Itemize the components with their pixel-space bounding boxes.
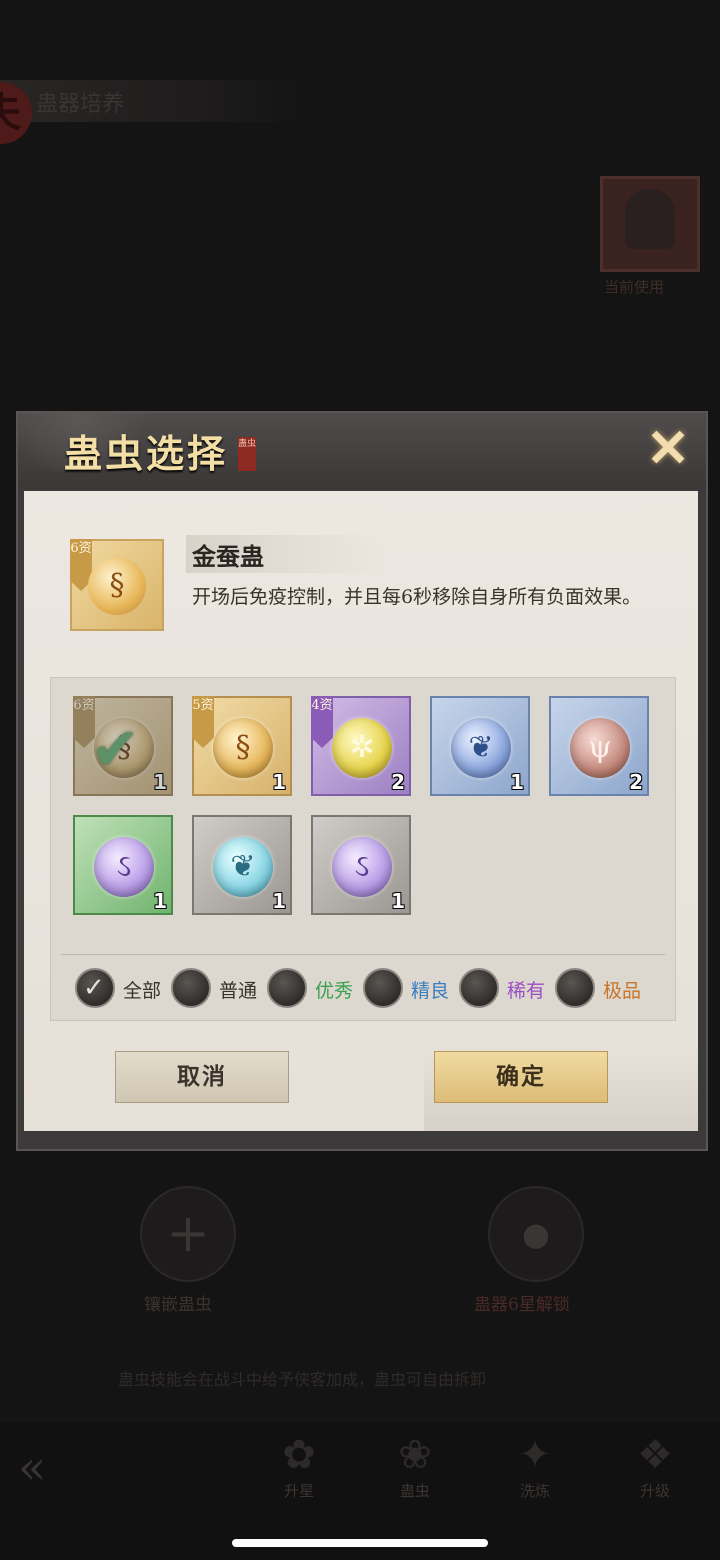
- item-count: 1: [391, 889, 405, 913]
- item-count: 1: [153, 770, 167, 794]
- nav-item-star: ✿ 升星: [254, 1432, 344, 1532]
- gu-item[interactable]: ✲ 4资 2: [311, 696, 411, 796]
- grade-tag: 5资: [192, 696, 214, 748]
- divider: [61, 954, 665, 955]
- item-count: 1: [510, 770, 524, 794]
- bg-left-slot-label: 镶嵌蛊虫: [144, 1295, 212, 1315]
- filter-label: 精良: [411, 980, 450, 1002]
- close-icon: ✕: [646, 418, 690, 479]
- filter-checkbox[interactable]: [555, 968, 595, 1008]
- dialog-body: 6资 § 金蚕蛊 开场后免疫控制，并且每6秒移除自身所有负面效果。 § 6资 ✔ 1 §…: [24, 491, 698, 1131]
- bg-portrait-label: 当前使用: [604, 278, 665, 296]
- lock-icon: ●: [522, 1215, 550, 1253]
- filter-label: 普通: [219, 980, 258, 1002]
- cyan-butterfly-icon: ❦: [213, 837, 273, 897]
- nav-item-upgrade: ❖ 升级: [610, 1432, 700, 1532]
- grade-tag: 4资: [311, 696, 333, 748]
- nav-item-refine: ✦ 洗炼: [490, 1432, 580, 1532]
- gu-selection-dialog: 蛊虫选择 蛊虫 ✕ 6资 § 金蚕蛊 开场后免疫控制，并且每6秒移除自身所有负面…: [16, 411, 708, 1151]
- item-count: 1: [272, 770, 286, 794]
- item-count: 2: [629, 770, 643, 794]
- filter-label: 全部: [123, 980, 162, 1002]
- nav-label: 升级: [639, 1482, 670, 1500]
- filter-label: 稀有: [507, 980, 546, 1002]
- confirm-button[interactable]: 确定: [434, 1051, 608, 1103]
- gu-item[interactable]: § 5资 1: [192, 696, 292, 796]
- dialog-header: 蛊虫选择 蛊虫 ✕: [18, 413, 706, 489]
- dialog-title: 蛊虫选择: [64, 431, 229, 476]
- filter-checkbox[interactable]: [363, 968, 403, 1008]
- bg-description: 蛊虫技能会在战斗中给予侠客加成，蛊虫可自由拆卸: [118, 1370, 487, 1389]
- bg-portrait-avatar: [600, 176, 700, 272]
- bg-right-slot-label: 蛊器6星解锁: [474, 1295, 570, 1315]
- item-count: 1: [153, 889, 167, 913]
- gu-item[interactable]: ψ2: [549, 696, 649, 796]
- filter-checkbox[interactable]: [459, 968, 499, 1008]
- filter-label: 优秀: [315, 980, 354, 1002]
- locked-slot: ●: [488, 1186, 584, 1282]
- title-seal-icon: 蛊虫: [238, 437, 256, 471]
- selected-gu-icon: 6资 §: [70, 539, 164, 631]
- filter-checkbox[interactable]: [171, 968, 211, 1008]
- item-count: 1: [272, 889, 286, 913]
- gu-icon: ❀: [398, 1432, 432, 1478]
- gu-item[interactable]: ઽ1: [311, 815, 411, 915]
- filter-checkbox[interactable]: ✓: [75, 968, 115, 1008]
- nav-item-gu: ❀ 蛊虫: [370, 1432, 460, 1532]
- golden-silkworm-icon: §: [213, 718, 273, 778]
- filter-label: 极品: [603, 980, 642, 1002]
- plus-icon: +: [166, 1204, 210, 1264]
- item-count: 2: [391, 770, 405, 794]
- gu-item[interactable]: ઽ1: [73, 815, 173, 915]
- selected-gu-description: 开场后免疫控制，并且每6秒移除自身所有负面效果。: [192, 586, 642, 608]
- add-gu-slot-button: +: [140, 1186, 236, 1282]
- nav-label: 洗炼: [519, 1482, 550, 1500]
- cancel-button[interactable]: 取消: [115, 1051, 289, 1103]
- selected-gu-name: 金蚕蛊: [192, 542, 264, 571]
- home-indicator[interactable]: [232, 1539, 488, 1547]
- red-coral-icon: ψ: [570, 718, 630, 778]
- filter-checkbox[interactable]: [267, 968, 307, 1008]
- gu-item[interactable]: § 6资 ✔ 1: [73, 696, 173, 796]
- nav-label: 蛊虫: [399, 1482, 430, 1500]
- gu-item[interactable]: ❦ 1: [430, 696, 530, 796]
- upgrade-icon: ❖: [637, 1432, 673, 1478]
- star-up-icon: ✿: [282, 1432, 316, 1478]
- golden-silkworm-icon: §: [88, 557, 146, 615]
- close-button[interactable]: ✕: [640, 421, 696, 477]
- blue-butterfly-icon: ❦: [451, 718, 511, 778]
- back-arrow-icon: «: [18, 1440, 47, 1494]
- checkmark-icon: ✔: [91, 715, 140, 783]
- nav-label: 升星: [283, 1482, 314, 1500]
- purple-snake-icon: ઽ: [332, 837, 392, 897]
- refine-icon: ✦: [518, 1432, 552, 1478]
- gu-grid-panel: § 6资 ✔ 1 § 5资 1 ✲ 4资 2 ❦ 1 ψ 2 ઽ 1 ❦ 1 ઽ 1 ✓ 全部 普通 优秀 精良 稀有 极品: [50, 677, 676, 1021]
- golden-scorpion-icon: ✲: [332, 718, 392, 778]
- gu-item[interactable]: ❦ 1: [192, 815, 292, 915]
- purple-snake-icon: ઽ: [94, 837, 154, 897]
- check-icon: ✓: [83, 973, 105, 1003]
- bg-header-title: 蛊器培养: [36, 92, 125, 117]
